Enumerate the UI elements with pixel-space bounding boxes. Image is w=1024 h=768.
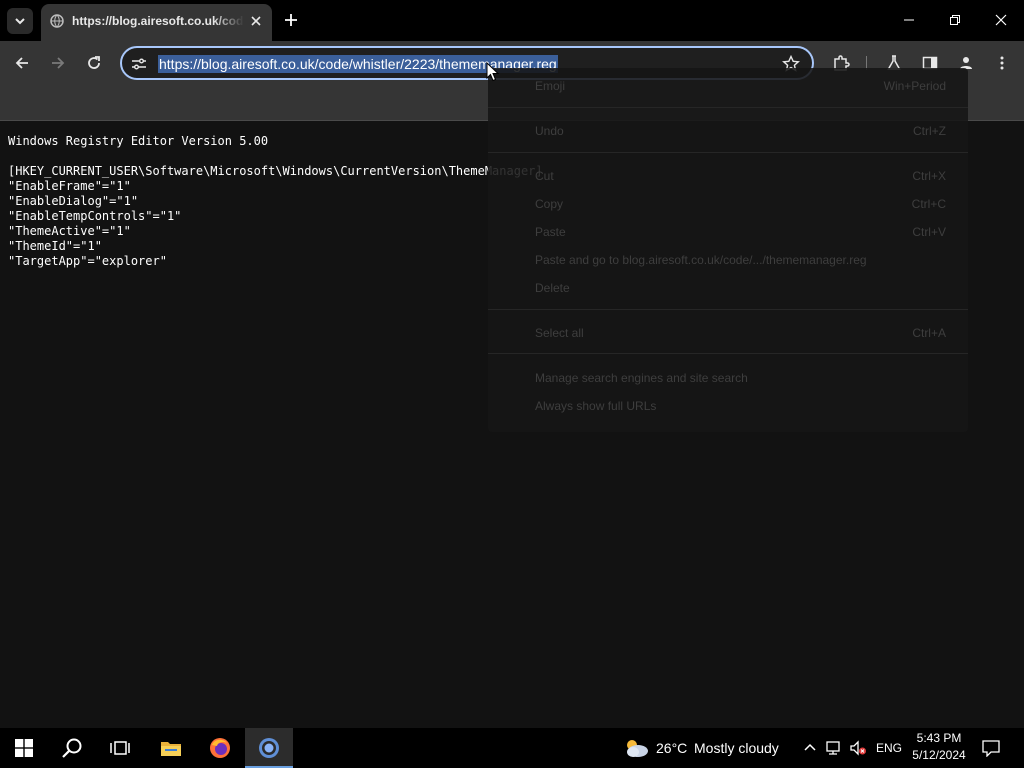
menu-item-show-full-urls[interactable]: Always show full URLs <box>488 396 968 416</box>
chevron-up-icon <box>804 743 816 751</box>
clock-time[interactable]: 5:43 PM <box>906 731 972 745</box>
menu-item-copy[interactable]: Copy Ctrl+C <box>488 194 968 214</box>
more-vertical-icon <box>1000 56 1004 70</box>
plus-icon <box>285 14 297 26</box>
menu-item-label: Paste <box>535 225 566 239</box>
registry-value: "TargetApp"="explorer" <box>8 254 167 268</box>
search-icon <box>62 738 82 758</box>
arrow-left-icon <box>15 57 28 69</box>
menu-item-label: Paste and go to blog.airesoft.co.uk/code… <box>535 253 867 267</box>
folder-icon <box>161 742 181 756</box>
mouse-cursor-icon <box>486 62 500 82</box>
firefox-icon <box>210 738 230 758</box>
minimize-icon <box>904 19 914 21</box>
site-info-icon[interactable] <box>130 55 148 73</box>
menu-item-label: Delete <box>535 281 570 295</box>
registry-value: "EnableDialog"="1" <box>8 194 139 208</box>
registry-file-text[interactable]: Windows Registry Editor Version 5.00 [HK… <box>8 134 543 269</box>
registry-header: Windows Registry Editor Version 5.00 <box>8 134 269 148</box>
weather-cloudy-icon <box>627 740 648 757</box>
menu-item-select-all[interactable]: Select all Ctrl+A <box>488 323 968 343</box>
menu-item-shortcut: Ctrl+V <box>912 225 946 239</box>
registry-value: "EnableFrame"="1" <box>8 179 131 193</box>
clock-date[interactable]: 5/12/2024 <box>906 748 972 762</box>
forward-button[interactable] <box>46 51 70 75</box>
menu-item-label: Always show full URLs <box>535 399 657 413</box>
task-view-icon <box>110 741 130 755</box>
menu-item-label: Select all <box>535 326 584 340</box>
close-window-button[interactable] <box>978 0 1024 40</box>
weather-description[interactable]: Mostly cloudy <box>694 740 779 756</box>
show-hidden-icons-button[interactable] <box>800 738 820 758</box>
chrome-button[interactable] <box>245 728 293 768</box>
reload-icon <box>88 56 100 69</box>
notifications-button[interactable] <box>981 738 1001 758</box>
tab-title: https://blog.airesoft.co.uk/code/whistle… <box>72 14 244 28</box>
notification-icon <box>982 740 1000 757</box>
search-button[interactable] <box>48 728 96 768</box>
windows-logo-icon <box>15 739 33 757</box>
registry-value: "ThemeActive"="1" <box>8 224 131 238</box>
reload-button[interactable] <box>82 51 106 75</box>
menu-item-cut[interactable]: Cut Ctrl+X <box>488 166 968 186</box>
new-tab-button[interactable] <box>280 9 302 31</box>
menu-item-label: Undo <box>535 124 564 138</box>
menu-item-shortcut: Ctrl+X <box>912 169 946 183</box>
menu-item-paste[interactable]: Paste Ctrl+V <box>488 222 968 242</box>
menu-separator <box>488 309 968 310</box>
network-icon <box>826 741 840 755</box>
menu-item-label: Copy <box>535 197 564 211</box>
chrome-icon <box>259 738 279 758</box>
menu-item-undo[interactable]: Undo Ctrl+Z <box>488 121 968 141</box>
restore-icon <box>950 15 960 25</box>
file-explorer-button[interactable] <box>147 728 195 768</box>
menu-item-emoji[interactable]: Emoji Win+Period <box>488 76 968 96</box>
browser-titlebar: https://blog.airesoft.co.uk/code/whistle… <box>0 0 1024 41</box>
arrow-right-icon <box>52 57 65 69</box>
registry-value: "ThemeId"="1" <box>8 239 102 253</box>
menu-item-shortcut: Ctrl+Z <box>913 124 946 138</box>
tab-active[interactable]: https://blog.airesoft.co.uk/code/whistle… <box>41 4 272 41</box>
registry-key: [HKEY_CURRENT_USER\Software\Microsoft\Wi… <box>8 164 543 178</box>
start-button[interactable] <box>0 728 48 768</box>
menu-item-label: Emoji <box>535 79 566 93</box>
menu-item-shortcut: Win+Period <box>883 79 946 93</box>
menu-separator <box>488 353 968 354</box>
menu-item-paste-and-go[interactable]: Paste and go to blog.airesoft.co.uk/code… <box>488 250 968 270</box>
volume-tray-button[interactable] <box>848 738 868 758</box>
close-tab-icon[interactable] <box>248 13 264 29</box>
tab-search-button[interactable] <box>7 8 33 34</box>
address-bar-context-menu: Emoji Win+Period Undo Ctrl+Z Cut Ctrl+X … <box>488 68 968 432</box>
menu-item-shortcut: Ctrl+A <box>912 326 946 340</box>
weather-temperature[interactable]: 26°C <box>656 740 687 756</box>
menu-item-delete[interactable]: Delete <box>488 278 968 298</box>
menu-separator <box>488 152 968 153</box>
menu-button[interactable] <box>990 51 1014 75</box>
task-view-button[interactable] <box>96 728 144 768</box>
globe-icon <box>50 14 64 28</box>
menu-item-label: Cut <box>535 169 554 183</box>
restore-button[interactable] <box>932 0 978 40</box>
menu-item-shortcut: Ctrl+C <box>911 197 946 211</box>
menu-separator <box>488 107 968 108</box>
menu-item-label: Manage search engines and site search <box>535 371 748 385</box>
back-button[interactable] <box>10 51 34 75</box>
network-tray-button[interactable] <box>824 738 844 758</box>
windows-taskbar: 26°C Mostly cloudy ENG 5:43 PM 5/12/2024 <box>0 728 1024 768</box>
registry-value: "EnableTempControls"="1" <box>8 209 182 223</box>
close-icon <box>995 14 1007 26</box>
menu-item-manage-search-engines[interactable]: Manage search engines and site search <box>488 368 968 388</box>
minimize-button[interactable] <box>886 0 932 40</box>
volume-muted-icon <box>850 740 866 756</box>
chevron-down-icon <box>15 18 25 25</box>
input-language-indicator[interactable]: ENG <box>876 741 902 755</box>
firefox-button[interactable] <box>196 728 244 768</box>
